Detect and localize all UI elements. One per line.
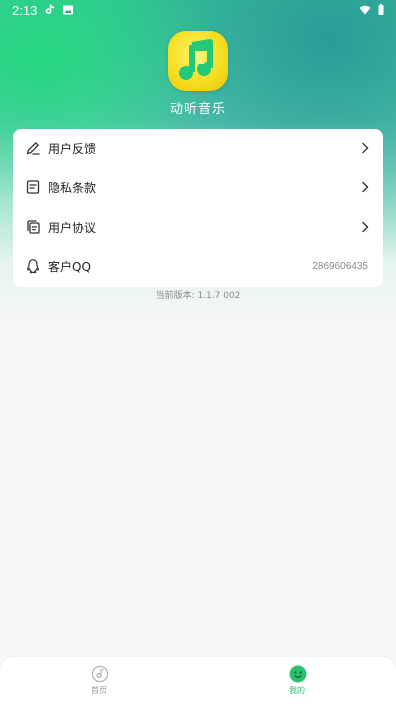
- tiktok-notification-icon: [45, 4, 55, 14]
- menu-item-feedback[interactable]: 用户反馈: [13, 129, 383, 167]
- chevron-right-icon: [362, 142, 369, 154]
- wifi-icon: [359, 5, 371, 15]
- image-notification-icon: [63, 5, 73, 15]
- menu-item-label: 用户反馈: [48, 141, 97, 156]
- menu-card: 用户反馈 隐私条款 用户协议 客户QQ 2869606435: [13, 129, 383, 287]
- copy-icon: [27, 220, 40, 234]
- qq-icon: [27, 259, 39, 274]
- qq-number: 2869606435: [312, 260, 368, 272]
- status-time: 2:13: [12, 3, 38, 18]
- menu-item-label: 客户QQ: [48, 259, 91, 274]
- music-disc-icon: [91, 665, 109, 683]
- bottom-tab-bar: 首页 我的: [0, 657, 396, 704]
- battery-icon: [378, 4, 384, 15]
- profile-face-icon: [289, 665, 307, 683]
- menu-item-label: 隐私条款: [48, 180, 97, 195]
- edit-icon: [26, 142, 40, 155]
- tab-home[interactable]: 首页: [0, 657, 198, 704]
- app-name: 动听音乐: [169, 102, 226, 117]
- document-icon: [26, 180, 40, 194]
- menu-item-customer-qq[interactable]: 客户QQ 2869606435: [13, 247, 383, 285]
- chevron-right-icon: [362, 181, 369, 193]
- chevron-right-icon: [362, 221, 369, 233]
- music-note-icon: [179, 39, 213, 80]
- menu-item-agreement[interactable]: 用户协议: [13, 208, 383, 246]
- status-bar: 2:13: [0, 0, 396, 22]
- tab-home-label: 首页: [91, 686, 107, 695]
- menu-item-label: 用户协议: [48, 220, 97, 235]
- tab-mine[interactable]: 我的: [198, 657, 396, 704]
- menu-item-privacy[interactable]: 隐私条款: [13, 168, 383, 206]
- tab-mine-label: 我的: [289, 686, 305, 695]
- app-logo: [168, 31, 228, 91]
- app-version: 当前版本: 1.1.7 002: [155, 291, 241, 301]
